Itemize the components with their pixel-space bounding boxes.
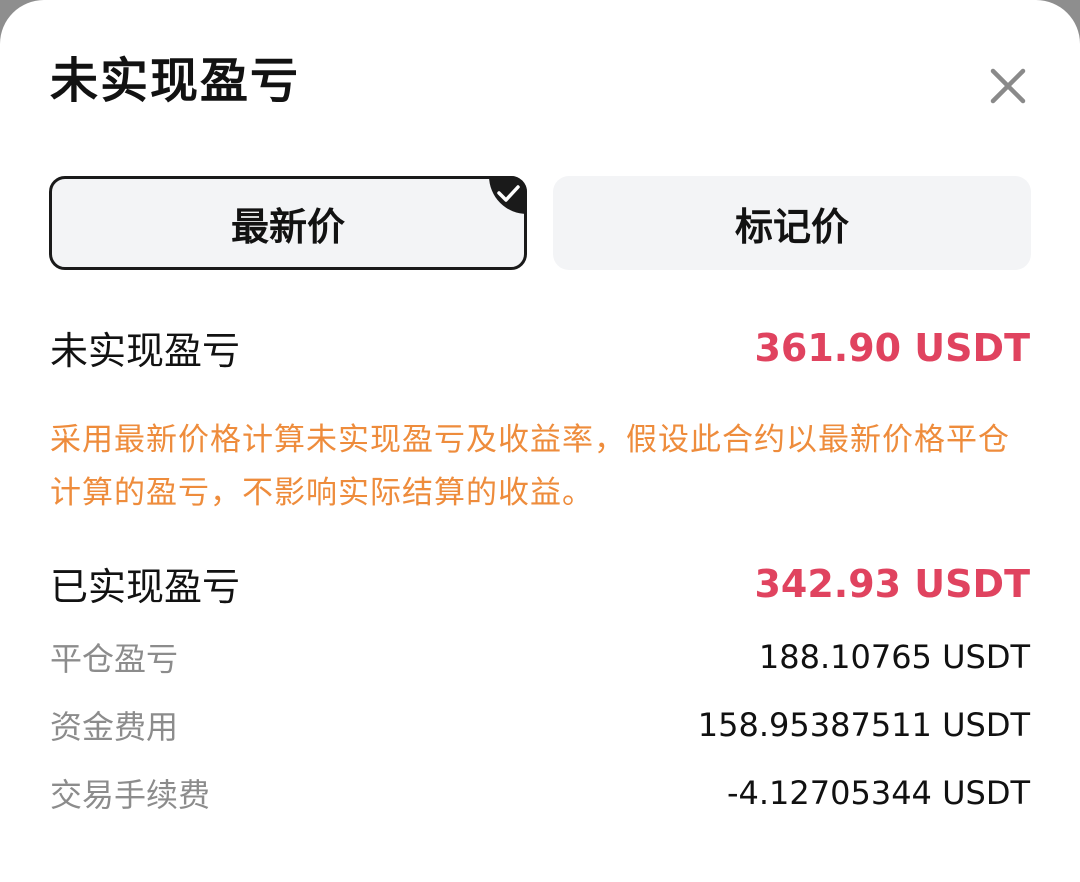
tab-mark-price-label: 标记价 [734,204,849,249]
close-button[interactable] [984,62,1032,110]
closing-pnl-label: 平仓盈亏 [50,640,179,678]
realized-pnl-value: 342.93 USDT [754,561,1030,606]
unrealized-pnl-note: 采用最新价格计算未实现盈亏及收益率，假设此合约以最新价格平仓计算的盈亏，不影响实… [50,422,1010,511]
closing-pnl-row: 平仓盈亏 188.10765 USDT [50,634,1030,680]
tab-mark-price[interactable]: 标记价 [553,176,1031,270]
funding-fee-value: 158.95387511 USDT [697,706,1030,744]
trading-fee-row: 交易手续费 -4.12705344 USDT [50,770,1030,816]
trading-fee-label: 交易手续费 [50,776,211,814]
check-icon [489,176,527,214]
tab-latest-price-label: 最新价 [230,204,345,249]
close-icon [990,68,1026,104]
unrealized-pnl-value: 361.90 USDT [754,325,1030,370]
sheet-title: 未实现盈亏 [50,53,301,109]
unrealized-pnl-label: 未实现盈亏 [50,329,241,373]
realized-pnl-label: 已实现盈亏 [50,565,241,609]
trading-fee-value: -4.12705344 USDT [726,774,1030,812]
funding-fee-label: 资金费用 [50,708,179,746]
tab-latest-price[interactable]: 最新价 [49,176,527,270]
realized-pnl-row: 已实现盈亏 342.93 USDT [50,556,1030,611]
unrealized-pnl-sheet: 未实现盈亏 最新价 标记价 未实现盈亏 361.90 USDT 采用最新价格计算… [0,0,1080,882]
unrealized-pnl-row: 未实现盈亏 361.90 USDT [50,320,1030,375]
funding-fee-row: 资金费用 158.95387511 USDT [50,702,1030,748]
closing-pnl-value: 188.10765 USDT [758,638,1030,676]
